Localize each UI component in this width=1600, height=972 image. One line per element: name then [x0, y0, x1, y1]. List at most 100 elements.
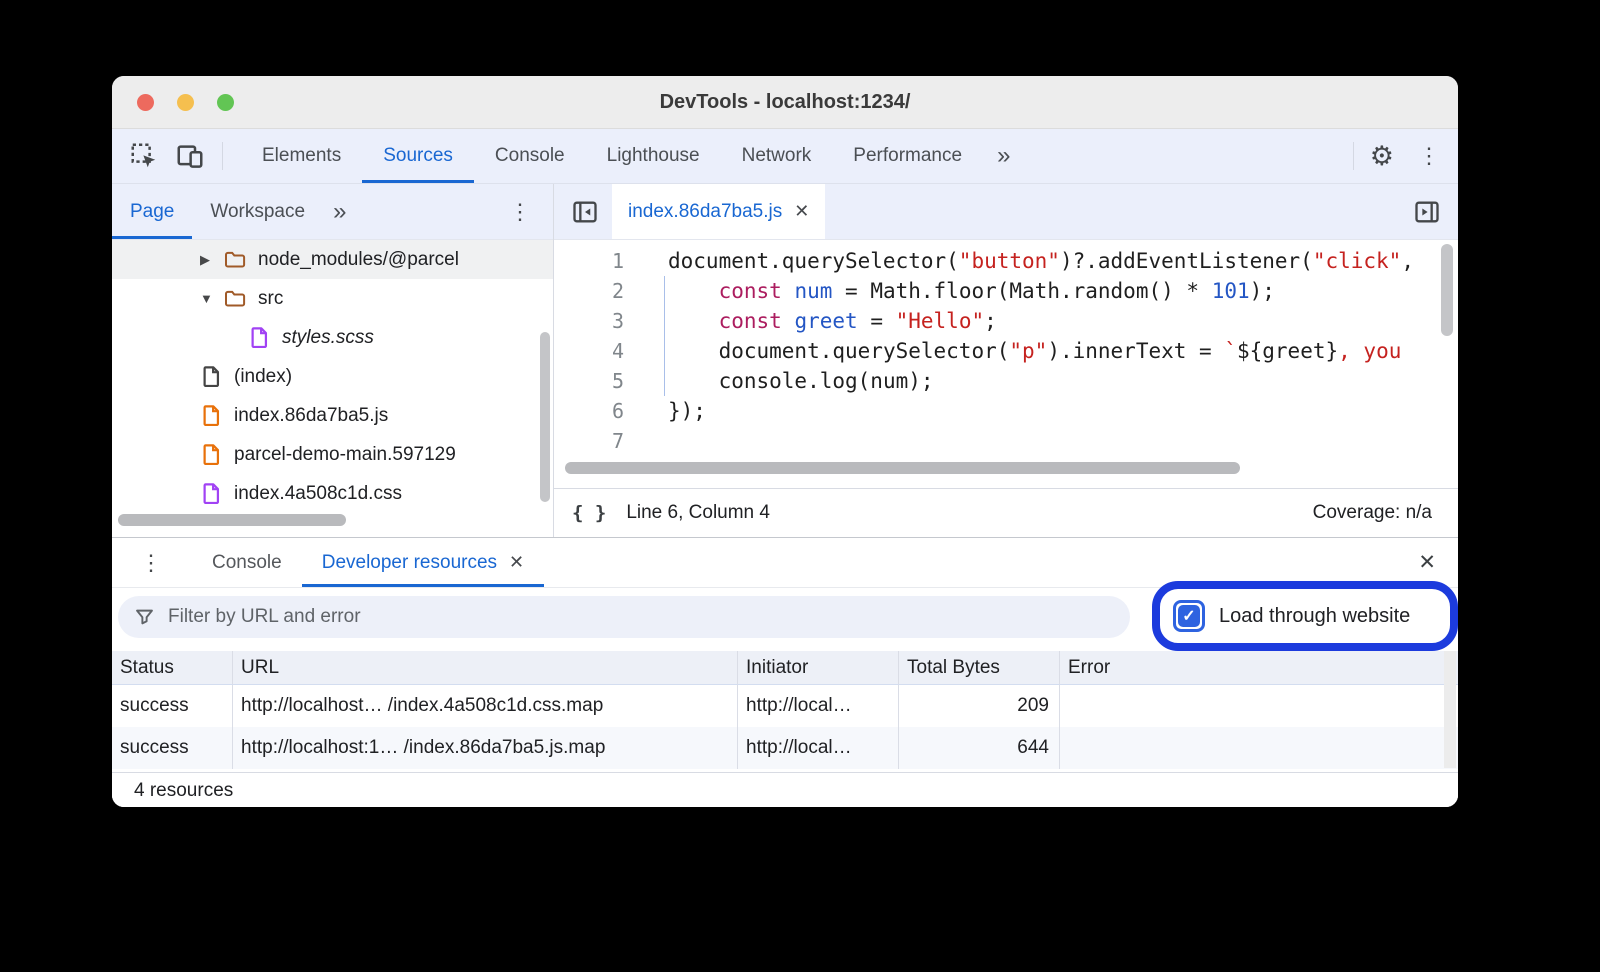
- navigator-tab-page[interactable]: Page: [112, 184, 192, 239]
- tree-item-node-modules-parcel[interactable]: ▶ node_modules/@parcel: [112, 240, 553, 279]
- folder-icon: [224, 249, 246, 271]
- sidebar-hscrollbar[interactable]: [118, 514, 346, 526]
- code-editor[interactable]: 1document.querySelector("button")?.addEv…: [554, 240, 1458, 488]
- tab-elements[interactable]: Elements: [241, 129, 362, 183]
- code-token: ).innerText =: [1047, 339, 1224, 363]
- code-token: , you: [1338, 339, 1401, 363]
- device-toolbar-icon[interactable]: [174, 140, 206, 172]
- filter-input[interactable]: Filter by URL and error: [118, 596, 1130, 638]
- filter-placeholder: Filter by URL and error: [168, 606, 361, 628]
- code-token: [668, 369, 719, 393]
- editor-vscrollbar[interactable]: [1441, 244, 1453, 336]
- editor-hscrollbar[interactable]: [565, 462, 1240, 474]
- code-token: const: [719, 279, 782, 303]
- toolbar-divider-right: [1353, 142, 1354, 170]
- close-drawer-icon[interactable]: ✕: [1418, 550, 1436, 575]
- pretty-print-icon[interactable]: { }: [572, 502, 606, 524]
- code-token: "Hello": [896, 309, 985, 333]
- code-lines: 1document.querySelector("button")?.addEv…: [554, 246, 1458, 456]
- column-header-error: Error: [1060, 651, 1458, 685]
- code-content: document.querySelector("p").innerText = …: [624, 336, 1401, 366]
- tab-performance[interactable]: Performance: [832, 129, 983, 183]
- tree-item-index-86da7ba5-js[interactable]: index.86da7ba5.js: [112, 396, 553, 435]
- drawer-tab-developer-resources[interactable]: Developer resources ✕: [302, 538, 544, 587]
- code-token: const: [719, 309, 782, 333]
- line-number: 1: [554, 246, 624, 276]
- settings-gear-icon[interactable]: ⚙: [1370, 143, 1394, 170]
- code-token: );: [1250, 279, 1275, 303]
- customize-menu-icon[interactable]: ⋮: [1412, 145, 1446, 167]
- cell-total-bytes: 644: [899, 727, 1060, 769]
- navigator-tab-workspace[interactable]: Workspace: [192, 184, 323, 239]
- tree-item-styles-scss[interactable]: styles.scss: [112, 318, 553, 357]
- file-tree: ▶ node_modules/@parcel ▼src styles.scss (ind…: [112, 240, 553, 537]
- code-line-3: 3 const greet = "Hello";: [554, 306, 1458, 336]
- code-token: "button": [959, 249, 1060, 273]
- cell-initiator: http://local…: [738, 727, 899, 769]
- tab-lighthouse[interactable]: Lighthouse: [586, 129, 721, 183]
- file-icon: [200, 366, 222, 388]
- close-window-button[interactable]: [137, 94, 154, 111]
- load-through-website-checkbox[interactable]: ✓: [1173, 600, 1205, 632]
- close-tab-icon[interactable]: ✕: [794, 201, 809, 222]
- code-content: [624, 426, 668, 456]
- main-toolbar: ElementsSourcesConsoleLighthouseNetworkP…: [112, 129, 1458, 184]
- cell-initiator: http://local…: [738, 685, 899, 727]
- drawer-tab-console[interactable]: Console: [192, 538, 302, 587]
- code-token: [782, 279, 795, 303]
- column-header-initiator: Initiator: [738, 651, 899, 685]
- tab-network[interactable]: Network: [721, 129, 833, 183]
- code-token: ${greet}: [1237, 339, 1338, 363]
- navigator-menu-icon[interactable]: ⋮: [503, 201, 537, 223]
- main-tab-strip: ElementsSourcesConsoleLighthouseNetworkP…: [241, 129, 983, 183]
- file-icon: [200, 483, 222, 505]
- code-token: [668, 339, 719, 363]
- chevron-right-icon[interactable]: ▶: [200, 252, 224, 268]
- file-icon: [200, 444, 222, 466]
- drawer-menu-icon[interactable]: ⋮: [134, 552, 168, 574]
- minimize-window-button[interactable]: [177, 94, 194, 111]
- code-content: const greet = "Hello";: [624, 306, 997, 336]
- line-number: 4: [554, 336, 624, 366]
- drawer-tab-label: Developer resources: [322, 552, 497, 574]
- cell-status: success: [112, 727, 233, 769]
- more-panels-icon[interactable]: »: [989, 129, 1018, 183]
- hide-navigator-icon[interactable]: [568, 195, 602, 229]
- tree-item-label: parcel-demo-main.597129: [234, 444, 456, 466]
- cell-total-bytes: 209: [899, 685, 1060, 727]
- tree-item-src[interactable]: ▼src: [112, 279, 553, 318]
- tab-console[interactable]: Console: [474, 129, 586, 183]
- editor-tab-strip: index.86da7ba5.js ✕: [554, 184, 1458, 240]
- resources-table: StatusURLInitiatorTotal BytesErrorsucces…: [112, 651, 1458, 769]
- table-vscrollbar[interactable]: [1444, 651, 1456, 768]
- code-token: });: [668, 399, 706, 423]
- code-token: [782, 309, 795, 333]
- tree-item-label: index.4a508c1d.css: [234, 483, 402, 505]
- editor-tab-index-js[interactable]: index.86da7ba5.js ✕: [612, 184, 825, 239]
- tree-item-index-4a508c1d-css[interactable]: index.4a508c1d.css: [112, 474, 553, 513]
- chevron-down-icon[interactable]: ▼: [200, 291, 224, 306]
- table-row[interactable]: successhttp://localhost… /index.4a508c1d…: [112, 685, 1458, 727]
- tree-item-label: styles.scss: [282, 327, 374, 349]
- code-token: num: [794, 279, 832, 303]
- close-drawer-tab-icon[interactable]: ✕: [509, 552, 524, 573]
- tree-item-label: (index): [234, 366, 292, 388]
- inspect-element-icon[interactable]: [128, 140, 160, 172]
- table-row[interactable]: successhttp://localhost:1… /index.86da7b…: [112, 727, 1458, 769]
- tree-item-parcel-demo-main-597129[interactable]: parcel-demo-main.597129: [112, 435, 553, 474]
- tree-item-label: node_modules/@parcel: [258, 249, 459, 271]
- cell-error: [1060, 685, 1458, 727]
- more-navigator-tabs-icon[interactable]: »: [325, 184, 354, 239]
- devtools-window: DevTools - localhost:1234/ ElementsSourc…: [112, 76, 1458, 807]
- code-token: 101: [1212, 279, 1250, 303]
- editor-tab-label: index.86da7ba5.js: [628, 201, 782, 223]
- cursor-position: Line 6, Column 4: [626, 502, 770, 524]
- code-content: document.querySelector("button")?.addEve…: [624, 246, 1414, 276]
- tab-sources[interactable]: Sources: [362, 129, 474, 183]
- code-line-5: 5 console.log(num);: [554, 366, 1458, 396]
- tree-item--index-[interactable]: (index): [112, 357, 553, 396]
- sidebar-vscrollbar[interactable]: [540, 332, 550, 502]
- hide-debugger-icon[interactable]: [1410, 195, 1444, 229]
- zoom-window-button[interactable]: [217, 94, 234, 111]
- folder-icon: [224, 288, 246, 310]
